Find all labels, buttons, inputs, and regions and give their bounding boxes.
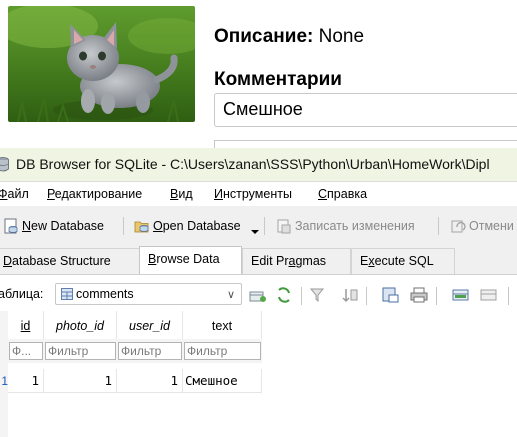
toolbar-separator [301,287,302,305]
new-database-icon [4,218,18,234]
tab-database-structure[interactable]: Database Structure [0,248,150,274]
new-database-button[interactable]: New Database [3,216,104,236]
menu-tools[interactable]: Инструменты [214,187,292,201]
kitten-photo [8,6,195,122]
revert-changes-label: Отмени [469,219,514,233]
clear-filters-icon[interactable] [309,287,327,303]
menu-help[interactable]: Справка [318,187,367,201]
filter-input-text[interactable] [184,342,261,360]
browse-data-panel: аблица: comments ∨ id photo_id user_id t… [0,275,517,437]
menu-tools-accel: И [214,187,223,201]
tab-execute-sql-label-end: ecute SQL [374,254,434,268]
table-icon [61,288,73,300]
column-header-user-id[interactable]: user_id [117,311,183,339]
sort-columns-icon[interactable] [341,287,359,303]
toolbar-separator [508,287,509,305]
write-changes-button[interactable]: Записать изменения [276,216,415,236]
open-database-dropdown-arrow-icon[interactable] [251,230,259,234]
db-browser-window: DB Browser for SQLite - C:\Users\zanan\S… [0,148,517,437]
filter-cell [117,339,183,363]
main-tabs: Database Structure Browse Data Edit Prag… [0,246,517,274]
insert-record-icon[interactable] [452,287,470,303]
save-table-icon[interactable] [382,287,400,303]
menu-view-label: ид [178,187,193,201]
toolbar-separator [366,287,367,305]
menu-file-accel: Ф [0,187,8,201]
column-header-label: photo_id [56,319,104,333]
menu-tools-label: нструменты [222,187,292,201]
tab-browse-data-label: rowse Data [156,252,220,266]
column-header-photo-id[interactable]: photo_id [44,311,117,339]
filter-input-id[interactable] [9,342,43,360]
tab-edit-pragmas-label-start: Edit Pr [251,254,289,268]
column-header-label: id [20,319,31,333]
main-toolbar: New Database Open Database Записать изме… [0,208,517,242]
table-cell-text[interactable]: Смешное [183,369,262,393]
menu-edit[interactable]: Редактирование [47,187,142,201]
menu-help-accel: С [318,187,328,201]
menu-file[interactable]: Файл [0,187,29,201]
column-header-label: text [211,319,233,333]
tab-browse-data[interactable]: Browse Data [139,246,242,274]
comments-heading: Комментарии [214,69,342,90]
open-database-icon [134,221,149,233]
open-database-label: pen Database [162,219,241,233]
write-changes-icon [277,219,291,234]
new-database-label: ew Database [31,219,104,233]
tab-database-structure-accel: D [3,254,13,268]
filter-input-photo-id[interactable] [45,342,116,360]
revert-changes-icon [451,220,466,233]
menu-bar: Файл Редактирование Вид Инструменты Спра… [0,182,517,206]
refresh-table-icon[interactable] [249,287,267,303]
chevron-down-icon: ∨ [226,288,235,301]
data-grid: id photo_id user_id text 1 1 1 1 Смешное [0,311,517,437]
filter-cell [8,339,44,363]
menu-view[interactable]: Вид [170,187,193,201]
menu-edit-accel: Р [47,187,55,201]
tab-execute-sql[interactable]: Execute SQL [351,248,455,274]
menu-file-label: айл [7,187,29,201]
menu-help-label: правка [327,187,368,201]
table-cell-user-id[interactable]: 1 [117,369,183,393]
sort-refresh-icon[interactable] [275,287,293,303]
filter-cell [183,339,262,363]
menu-edit-label: едактирование [54,187,143,201]
row-number[interactable]: 1 [0,369,8,393]
toolbar-separator [438,217,439,235]
print-icon[interactable] [410,287,428,303]
table-label: аблица: [0,287,44,301]
database-app-icon [0,157,9,172]
toolbar-separator [264,217,265,235]
web-page: Описание: None Комментарии Смешное [0,0,517,160]
open-database-accel: O [153,219,163,233]
column-header-label: user_id [129,319,170,333]
description-line: Описание: None [214,26,364,48]
revert-changes-button[interactable]: Отмени [450,216,514,236]
tab-edit-pragmas[interactable]: Edit Pragmas [242,248,351,274]
table-select[interactable]: comments ∨ [55,283,242,305]
description-label: Описание: [214,26,314,47]
toolbar-separator [436,287,437,305]
table-select-value: comments [76,287,134,301]
title-bar: DB Browser for SQLite - C:\Users\zanan\S… [0,148,517,182]
filter-input-user-id[interactable] [118,342,182,360]
comment-text-field[interactable]: Смешное [214,93,517,127]
table-cell-photo-id[interactable]: 1 [44,369,117,393]
window-title: DB Browser for SQLite - C:\Users\zanan\S… [16,156,490,172]
open-database-button[interactable]: Open Database [134,216,241,236]
description-value: None [318,26,365,47]
filter-cell [44,339,117,363]
toolbar-separator [123,217,124,235]
column-header-text[interactable]: text [183,311,262,339]
column-header-id[interactable]: id [8,311,44,339]
write-changes-label: Записать изменения [295,219,415,233]
table-selector-row: аблица: comments ∨ [0,279,517,307]
tab-edit-pragmas-label-end: gmas [295,254,327,268]
table-cell-id[interactable]: 1 [8,369,44,393]
delete-record-icon[interactable] [480,287,498,303]
tab-database-structure-label: atabase Structure [12,254,111,268]
new-database-accel: N [22,219,32,233]
